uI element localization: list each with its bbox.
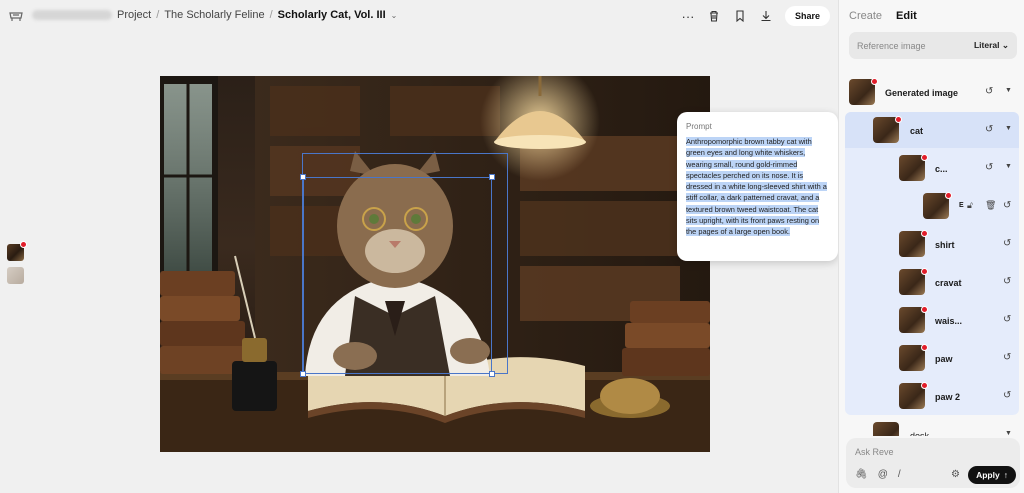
status-dot	[921, 382, 928, 389]
layer-cat[interactable]: cat ↺ ▼	[839, 112, 1024, 148]
share-button[interactable]: Share	[784, 6, 830, 26]
status-dot	[20, 241, 27, 248]
chevron-down-icon: ⌄	[1001, 40, 1009, 50]
layer-label: Generated image	[885, 88, 959, 98]
layer-label: paw 2	[935, 392, 961, 402]
layer-label: wais...	[935, 316, 963, 326]
reference-image-field[interactable]: Reference image Literal ⌄	[849, 32, 1017, 59]
breadcrumb-current[interactable]: Scholarly Cat, Vol. III	[278, 9, 386, 21]
slash-command-icon[interactable]: /	[898, 469, 901, 480]
trash-icon[interactable]	[707, 9, 721, 23]
revert-icon[interactable]: ↺	[1003, 390, 1011, 401]
layer-label: cat	[910, 126, 924, 136]
breadcrumb-project[interactable]: Project	[117, 9, 151, 21]
chat-tools: 🖇︎ @ /	[855, 469, 901, 480]
status-dot	[921, 306, 928, 313]
sliders-icon[interactable]: ⚙︎	[951, 469, 960, 480]
revert-icon[interactable]: ↺	[1003, 314, 1011, 325]
breadcrumb-separator: /	[269, 9, 273, 21]
trash-icon[interactable]: 🗑︎	[985, 200, 996, 211]
top-bar: Project / The Scholarly Feline / Scholar…	[0, 0, 838, 32]
revert-icon[interactable]: ↺	[1003, 200, 1011, 211]
panel-tabs: Create Edit	[849, 10, 917, 22]
breadcrumb-separator: /	[156, 9, 160, 21]
layer-e[interactable]: E 🔓︎ 🗑︎ ↺	[839, 188, 1024, 224]
status-dot	[921, 268, 928, 275]
apply-label: Apply	[976, 470, 1000, 480]
edit-panel: Create Edit Reference image Literal ⌄ Ge…	[838, 0, 1024, 493]
layer-thumbnail	[873, 422, 899, 436]
layer-label: desk	[910, 431, 930, 436]
status-dot	[895, 116, 902, 123]
reference-image-placeholder: Reference image	[857, 40, 926, 51]
revert-icon[interactable]: ↺	[985, 86, 993, 97]
tab-edit[interactable]: Edit	[896, 10, 917, 22]
app-logo-icon[interactable]	[9, 9, 23, 23]
prompt-text-highlighted[interactable]: Anthropomorphic brown tabby cat with gre…	[686, 137, 827, 237]
apply-button[interactable]: Apply ↑	[968, 466, 1016, 484]
history-thumbnail-active[interactable]	[7, 241, 27, 261]
reference-mode-value: Literal	[973, 40, 1000, 50]
layer-generated-image[interactable]: Generated image ↺ ▼	[839, 74, 1024, 110]
top-actions: ··· Share	[681, 6, 830, 26]
layer-waistcoat[interactable]: wais... ↺	[839, 302, 1024, 338]
layer-label: E	[959, 202, 964, 209]
prompt-text[interactable]: Anthropomorphic brown tabby cat with gre…	[686, 136, 829, 238]
status-dot	[921, 230, 928, 237]
chevron-down-icon[interactable]: ▼	[1005, 430, 1012, 436]
resize-handle[interactable]	[489, 371, 495, 377]
chevron-down-icon[interactable]: ▼	[1005, 163, 1012, 170]
tab-create[interactable]: Create	[849, 10, 882, 22]
revert-icon[interactable]: ↺	[1003, 238, 1011, 249]
layer-label: c...	[935, 164, 948, 174]
layer-paw[interactable]: paw ↺	[839, 340, 1024, 376]
mention-icon[interactable]: @	[878, 469, 888, 480]
layer-tree: Generated image ↺ ▼ cat ↺ ▼ c... ↺ ▼ E 🔓…	[839, 70, 1024, 436]
layer-label: shirt	[935, 240, 955, 250]
chevron-down-icon[interactable]: ▼	[1005, 125, 1012, 132]
layer-paw-2[interactable]: paw 2 ↺	[839, 378, 1024, 414]
status-dot	[945, 192, 952, 199]
download-icon[interactable]	[759, 9, 773, 23]
reference-mode-select[interactable]: Literal ⌄	[974, 40, 1009, 51]
breadcrumb-folder[interactable]: The Scholarly Feline	[164, 9, 264, 21]
layer-cravat[interactable]: cravat ↺	[839, 264, 1024, 300]
layer-desk[interactable]: desk ▼	[839, 417, 1024, 436]
chat-input-box[interactable]: Ask Reve 🖇︎ @ / ⚙︎ Apply ↑	[846, 438, 1020, 488]
layer-label: paw	[935, 354, 953, 364]
more-horizontal-icon[interactable]: ···	[681, 9, 695, 24]
history-thumbnail[interactable]	[7, 267, 24, 284]
status-dot	[871, 78, 878, 85]
resize-handle[interactable]	[489, 174, 495, 180]
revert-icon[interactable]: ↺	[1003, 352, 1011, 363]
resize-handle[interactable]	[300, 371, 306, 377]
layer-c[interactable]: c... ↺ ▼	[839, 150, 1024, 186]
chevron-down-icon[interactable]: ▼	[1005, 87, 1012, 94]
layer-label: cravat	[935, 278, 962, 288]
revert-icon[interactable]: ↺	[985, 124, 993, 135]
attach-icon[interactable]: 🖇︎	[855, 469, 868, 480]
blurred-workspace-name[interactable]	[32, 10, 112, 20]
bookmark-icon[interactable]	[733, 9, 747, 23]
chevron-down-icon[interactable]: ⌄	[391, 11, 398, 20]
layer-shirt[interactable]: shirt ↺	[839, 226, 1024, 262]
lock-icon[interactable]: 🔓︎	[967, 200, 973, 211]
prompt-popover: Prompt Anthropomorphic brown tabby cat w…	[677, 112, 838, 261]
resize-handle[interactable]	[300, 174, 306, 180]
revert-icon[interactable]: ↺	[1003, 276, 1011, 287]
status-dot	[921, 344, 928, 351]
chat-input[interactable]: Ask Reve	[855, 447, 894, 457]
breadcrumb: Project / The Scholarly Feline / Scholar…	[32, 9, 397, 21]
prompt-title: Prompt	[686, 122, 712, 131]
arrow-up-icon: ↑	[1003, 470, 1008, 480]
revert-icon[interactable]: ↺	[985, 162, 993, 173]
selection-inner-box[interactable]	[303, 177, 492, 374]
status-dot	[921, 154, 928, 161]
